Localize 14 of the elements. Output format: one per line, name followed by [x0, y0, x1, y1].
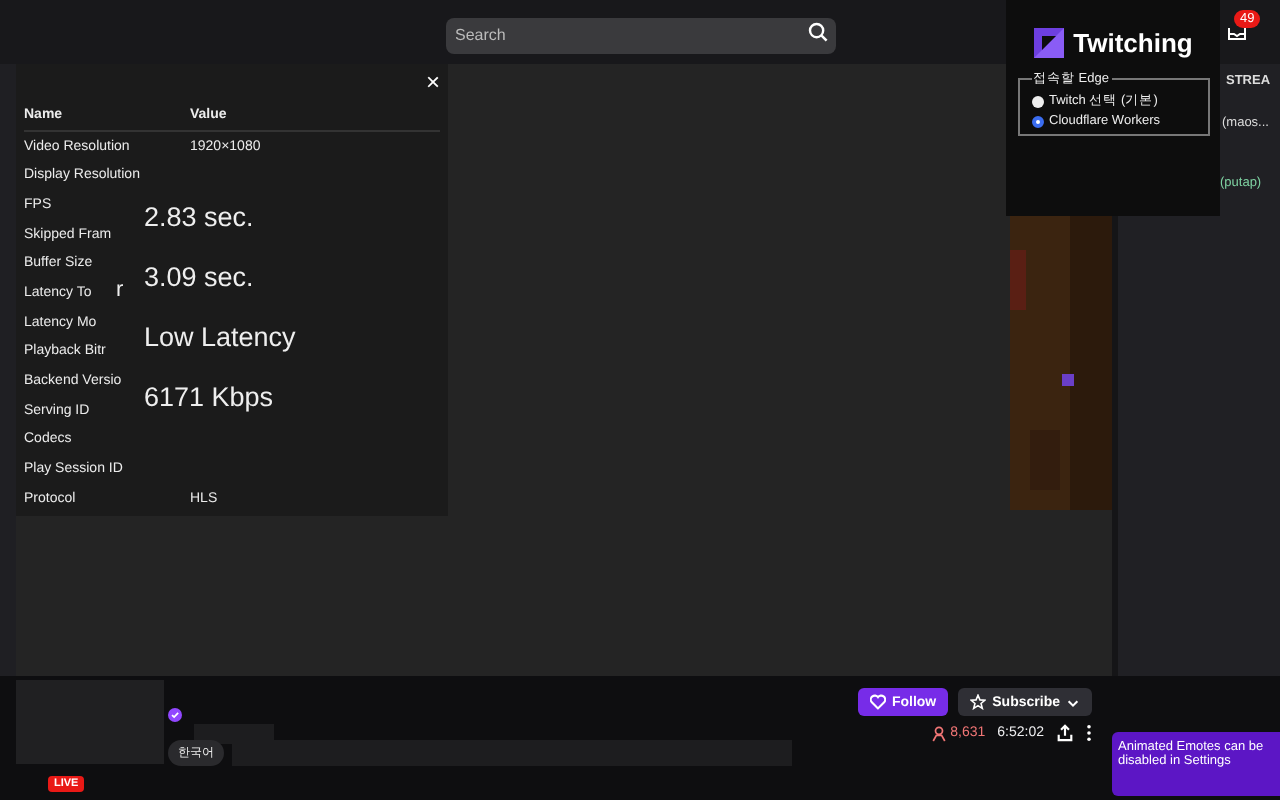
more-icon[interactable]: [1086, 724, 1092, 742]
extension-title: Twitching: [1073, 28, 1193, 58]
search-icon[interactable]: [807, 22, 827, 42]
share-icon[interactable]: [1056, 724, 1074, 742]
search-field[interactable]: Search: [445, 17, 835, 53]
close-button[interactable]: ×: [421, 68, 444, 96]
text-fragment: r: [116, 278, 124, 303]
star-icon: [970, 694, 987, 710]
caret-icon: [1066, 695, 1080, 709]
inbox-icon[interactable]: [1228, 24, 1246, 40]
logo-icon: [1033, 28, 1064, 58]
person-icon: [932, 725, 947, 741]
verified-icon: [168, 708, 182, 722]
heart-icon: [869, 694, 886, 710]
